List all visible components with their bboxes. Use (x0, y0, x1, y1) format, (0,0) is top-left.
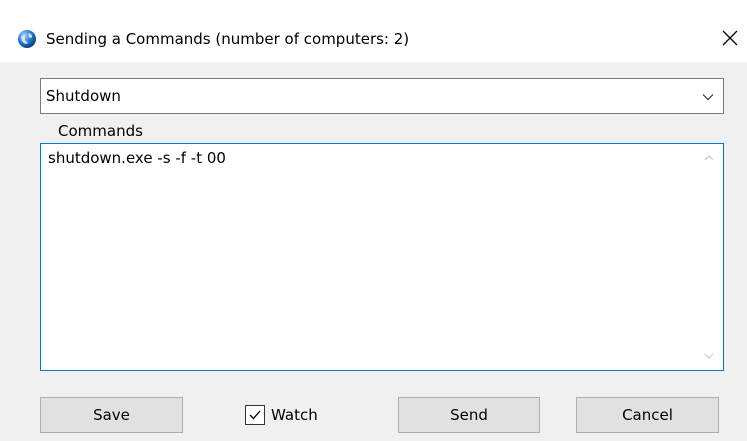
globe-icon (18, 30, 36, 48)
save-button[interactable]: Save (40, 397, 183, 433)
command-select[interactable]: Shutdown (40, 78, 724, 114)
window-title: Sending a Commands (number of computers:… (46, 30, 410, 48)
watch-checkbox[interactable]: Watch (245, 404, 318, 426)
checkmark-icon (249, 410, 261, 420)
watch-checkbox-box[interactable] (245, 405, 265, 425)
cancel-button[interactable]: Cancel (576, 397, 719, 433)
chevron-up-icon[interactable] (703, 152, 715, 164)
commands-textarea[interactable]: shutdown.exe -s -f -t 00 (40, 143, 724, 371)
send-commands-dialog: Sending a Commands (number of computers:… (0, 0, 747, 441)
chevron-down-icon[interactable] (703, 350, 715, 362)
title-bar: Sending a Commands (number of computers:… (0, 0, 747, 62)
vertical-scrollbar[interactable] (695, 144, 723, 370)
watch-label: Watch (271, 406, 318, 424)
command-select-value: Shutdown (46, 87, 121, 105)
send-button[interactable]: Send (398, 397, 540, 433)
chevron-down-icon (702, 94, 714, 101)
close-icon (722, 30, 738, 46)
commands-text: shutdown.exe -s -f -t 00 (48, 149, 226, 167)
close-button[interactable] (718, 26, 742, 50)
commands-label: Commands (58, 122, 143, 140)
